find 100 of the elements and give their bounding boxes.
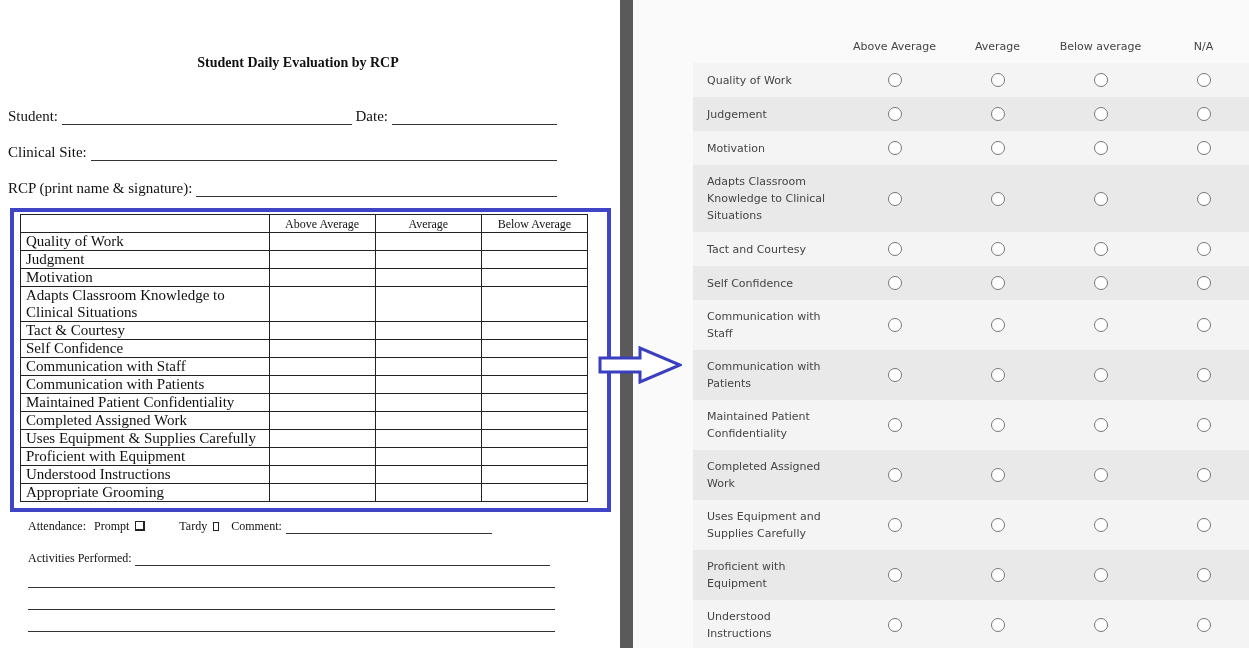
criterion-label: Communication with Patients bbox=[20, 375, 270, 394]
radio-button[interactable] bbox=[1196, 141, 1211, 155]
radio-button[interactable] bbox=[1196, 107, 1211, 121]
criterion-label: Understood Instructions bbox=[20, 465, 270, 484]
radio-button[interactable] bbox=[990, 568, 1005, 582]
radio-button[interactable] bbox=[887, 318, 902, 332]
question-label: Maintained Patient Confidentiality bbox=[707, 409, 811, 442]
column-header: N/A bbox=[1192, 40, 1215, 53]
radio-button[interactable] bbox=[887, 368, 902, 382]
field-label: Activities Performed: bbox=[28, 551, 132, 566]
radio-button[interactable] bbox=[1093, 568, 1108, 582]
radio-button[interactable] bbox=[990, 191, 1005, 206]
radio-button[interactable] bbox=[1093, 141, 1108, 155]
radio-button[interactable] bbox=[990, 518, 1005, 532]
radio-button[interactable] bbox=[887, 73, 902, 87]
radio-button[interactable] bbox=[1196, 368, 1211, 382]
radio-button[interactable] bbox=[990, 73, 1005, 87]
field-label: Clinical Site: bbox=[8, 144, 87, 161]
radio-button[interactable] bbox=[1196, 191, 1211, 206]
option-label: Tardy bbox=[179, 519, 208, 534]
radio-button[interactable] bbox=[1196, 73, 1211, 87]
column-header: Average bbox=[973, 40, 1022, 53]
criterion-label: Completed Assigned Work bbox=[20, 411, 270, 430]
radio-button[interactable] bbox=[990, 242, 1005, 256]
criterion-label: Judgment bbox=[20, 250, 270, 269]
criterion-label: Tact & Courtesy bbox=[20, 321, 270, 340]
radio-button[interactable] bbox=[1196, 318, 1211, 332]
radio-button[interactable] bbox=[887, 141, 902, 155]
radio-button[interactable] bbox=[1093, 318, 1108, 332]
criterion-label: Motivation bbox=[20, 268, 270, 287]
radio-button[interactable] bbox=[990, 368, 1005, 382]
column-header: Below average bbox=[1058, 40, 1143, 53]
column-header: Above Average bbox=[851, 40, 938, 53]
question-label: Judgement bbox=[707, 106, 768, 123]
radio-button[interactable] bbox=[1196, 518, 1211, 532]
radio-button[interactable] bbox=[887, 191, 902, 206]
criterion-label: Quality of Work bbox=[20, 232, 270, 251]
question-label: Adapts Classroom Knowledge to Clinical Situations bbox=[707, 174, 827, 224]
radio-button[interactable] bbox=[990, 618, 1005, 632]
radio-button[interactable] bbox=[990, 276, 1005, 290]
criterion-label: Appropriate Grooming bbox=[20, 483, 270, 502]
question-label: Communication with Patients bbox=[707, 359, 822, 392]
checkbox[interactable] bbox=[135, 521, 146, 531]
radio-button[interactable] bbox=[1196, 468, 1211, 482]
radio-button[interactable] bbox=[1196, 618, 1211, 632]
radio-button[interactable] bbox=[887, 518, 902, 532]
option-label: Prompt bbox=[94, 519, 130, 534]
radio-button[interactable] bbox=[1093, 242, 1108, 256]
question-label: Uses Equipment and Supplies Carefully bbox=[707, 509, 822, 542]
question-label: Self Confidence bbox=[707, 275, 795, 292]
fill-in-line[interactable] bbox=[28, 607, 555, 610]
radio-button[interactable] bbox=[1093, 73, 1108, 87]
checkbox[interactable] bbox=[213, 522, 220, 531]
question-label: Tact and Courtesy bbox=[707, 241, 807, 258]
radio-button[interactable] bbox=[1196, 568, 1211, 582]
fill-in-line[interactable] bbox=[28, 629, 555, 632]
radio-button[interactable] bbox=[990, 418, 1005, 432]
radio-button[interactable] bbox=[990, 107, 1005, 121]
column-header: Above Average bbox=[269, 214, 376, 233]
radio-button[interactable] bbox=[1093, 618, 1108, 632]
radio-button[interactable] bbox=[1196, 418, 1211, 432]
radio-button[interactable] bbox=[990, 141, 1005, 155]
column-header: Below Average bbox=[481, 214, 588, 233]
radio-button[interactable] bbox=[990, 468, 1005, 482]
radio-button[interactable] bbox=[1196, 242, 1211, 256]
column-header: Average bbox=[375, 214, 482, 233]
radio-button[interactable] bbox=[887, 276, 902, 290]
criterion-label: Self Confidence bbox=[20, 339, 270, 358]
radio-button[interactable] bbox=[1093, 418, 1108, 432]
question-label: Completed Assigned Work bbox=[707, 459, 822, 492]
radio-button[interactable] bbox=[990, 318, 1005, 332]
radio-button[interactable] bbox=[1093, 107, 1108, 121]
radio-button[interactable] bbox=[1093, 191, 1108, 206]
radio-button[interactable] bbox=[1093, 518, 1108, 532]
question-label: Communication with Staff bbox=[707, 309, 822, 342]
radio-button[interactable] bbox=[887, 418, 902, 432]
criterion-label: Uses Equipment & Supplies Carefully bbox=[20, 429, 270, 448]
radio-button[interactable] bbox=[887, 468, 902, 482]
question-label: Understood Instructions bbox=[707, 609, 773, 642]
radio-button[interactable] bbox=[887, 568, 902, 582]
field-label: RCP (print name & signature): bbox=[8, 180, 193, 197]
criterion-label: Adapts Classroom Knowledge to Clinical Situations bbox=[20, 286, 270, 322]
radio-button[interactable] bbox=[1093, 276, 1108, 290]
radio-button[interactable] bbox=[887, 618, 902, 632]
question-label: Quality of Work bbox=[707, 72, 793, 89]
criterion-label: Maintained Patient Confidentiality bbox=[20, 393, 270, 412]
fill-in-line[interactable] bbox=[28, 585, 555, 588]
attendance-label: Attendance: bbox=[28, 519, 86, 534]
radio-button[interactable] bbox=[1196, 276, 1211, 290]
criterion-label: Communication with Staff bbox=[20, 357, 270, 376]
radio-button[interactable] bbox=[1093, 468, 1108, 482]
field-label: Comment: bbox=[231, 519, 282, 534]
radio-button[interactable] bbox=[1093, 368, 1108, 382]
question-label: Proficient with Equipment bbox=[707, 559, 787, 592]
radio-button[interactable] bbox=[887, 242, 902, 256]
criterion-label: Proficient with Equipment bbox=[20, 447, 270, 466]
field-label: Date: bbox=[355, 108, 388, 125]
field-label: Student: bbox=[8, 108, 58, 125]
question-label: Motivation bbox=[707, 140, 766, 157]
radio-button[interactable] bbox=[887, 107, 902, 121]
